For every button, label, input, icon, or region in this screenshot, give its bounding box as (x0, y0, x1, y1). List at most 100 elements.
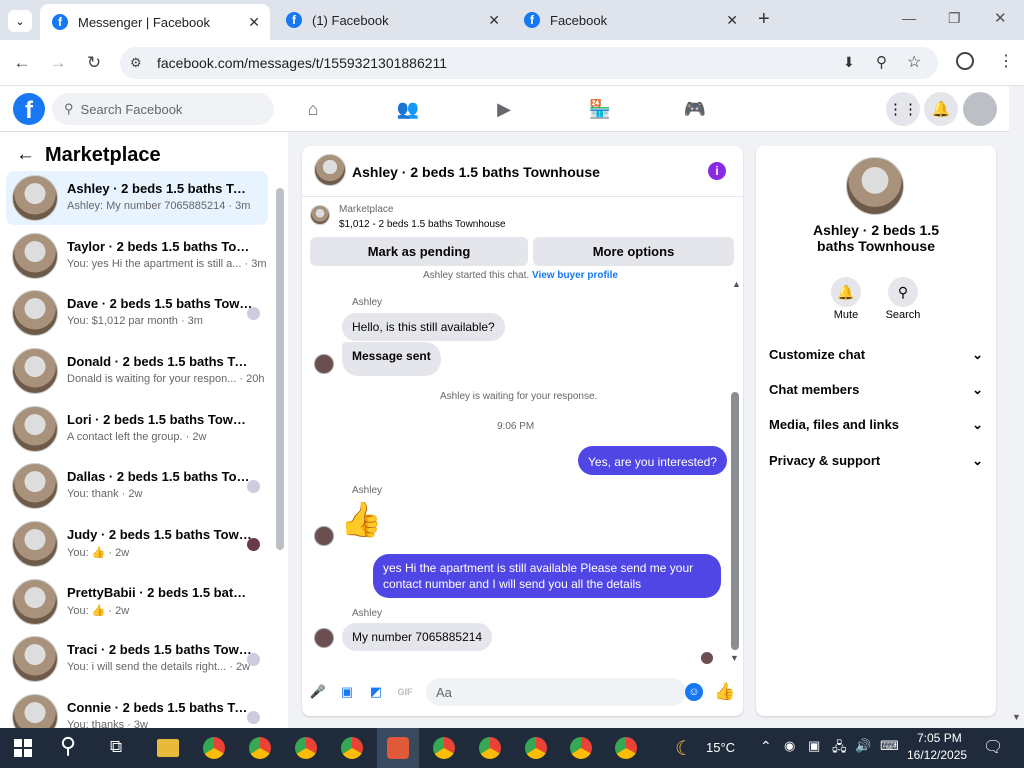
tab-facebook-notifications[interactable]: f (1) Facebook ✕ (274, 0, 510, 40)
new-tab-plus-icon[interactable]: + (758, 8, 770, 31)
outgoing-message[interactable]: Yes, are you interested? (578, 446, 727, 475)
conversation-item[interactable]: Judy · 2 beds 1.5 baths Townh... You: 👍 … (6, 517, 268, 571)
keyboard-icon[interactable]: ⌨ (880, 738, 899, 754)
notifications-icon[interactable]: 🗨 (983, 737, 1003, 757)
conversation-name: Lori · 2 beds 1.5 baths Townhouse (67, 412, 253, 427)
chrome-icon[interactable] (249, 737, 271, 759)
conversation-item[interactable]: Dave · 2 beds 1.5 baths Town... You: $1,… (6, 286, 268, 340)
tab-facebook[interactable]: f Facebook ✕ (512, 0, 748, 40)
task-view-icon[interactable]: ⧉ (110, 737, 122, 757)
bookmark-star-icon[interactable]: ☆ (907, 52, 921, 72)
conversation-item[interactable]: PrettyBabii · 2 beds 1.5 baths To... You… (6, 575, 268, 629)
tab-messenger[interactable]: f Messenger | Facebook ✕ (40, 4, 270, 40)
chrome-icon[interactable] (479, 737, 501, 759)
facebook-logo-icon[interactable]: f (13, 93, 45, 125)
chrome-icon[interactable] (203, 737, 225, 759)
browser-menu-icon[interactable]: ⋮ (998, 51, 1014, 71)
weather-temp[interactable]: 15°C (706, 740, 735, 755)
microphone-icon[interactable]: 🎤 (309, 683, 327, 701)
url-text[interactable]: facebook.com/messages/t/1559321301886211 (157, 55, 447, 71)
scroll-down-arrow-icon[interactable]: ▼ (730, 653, 739, 663)
conversation-item[interactable]: Lori · 2 beds 1.5 baths Townhouse A cont… (6, 402, 268, 456)
tab-search-button[interactable]: ⌄ (8, 10, 32, 32)
photo-icon[interactable]: ▣ (338, 683, 356, 701)
tray-camera-icon[interactable]: ▣ (808, 738, 820, 754)
more-options-button[interactable]: More options (533, 237, 734, 266)
send-like-icon[interactable]: 👍 (714, 682, 735, 701)
chrome-icon[interactable] (615, 737, 637, 759)
chrome-icon[interactable] (341, 737, 363, 759)
conversation-item[interactable]: Ashley · 2 beds 1.5 baths Townh... Ashle… (6, 171, 268, 225)
page-scroll-down-icon[interactable]: ▼ (1012, 712, 1021, 722)
chrome-icon[interactable] (295, 737, 317, 759)
site-settings-icon[interactable]: ⚙ (130, 55, 142, 71)
reload-icon[interactable]: ↻ (81, 50, 107, 76)
customize-chat-section[interactable]: Customize chat ⌄ (769, 347, 983, 363)
details-avatar[interactable] (846, 157, 904, 215)
restore-window-icon[interactable]: ❐ (948, 10, 961, 27)
media-files-links-section[interactable]: Media, files and links ⌄ (769, 417, 983, 433)
menu-grid-icon[interactable]: ⋮⋮ (886, 92, 920, 126)
message-input[interactable]: Aa (426, 678, 686, 706)
close-tab-icon[interactable]: ✕ (248, 14, 260, 31)
install-app-icon[interactable]: ⬇ (843, 54, 855, 71)
listing-price-title[interactable]: $1,012 - 2 beds 1.5 baths Townhouse (339, 219, 506, 230)
chat-title[interactable]: Ashley · 2 beds 1.5 baths Townhouse (352, 164, 600, 180)
conversation-item[interactable]: Traci · 2 beds 1.5 baths Townh... You: i… (6, 632, 268, 686)
conversation-item[interactable]: Donald · 2 beds 1.5 baths Town... Donald… (6, 344, 268, 398)
clock-time[interactable]: 7:05 PM (917, 731, 962, 745)
gif-icon[interactable]: GIF (396, 683, 414, 701)
chat-members-section[interactable]: Chat members ⌄ (769, 382, 983, 398)
conversation-item[interactable]: Dallas · 2 beds 1.5 baths Town... You: t… (6, 459, 268, 513)
gaming-icon[interactable]: 🎮 (682, 98, 708, 120)
chrome-icon[interactable] (433, 737, 455, 759)
home-icon[interactable]: ⌂ (300, 98, 326, 120)
taskbar-search-icon[interactable]: ⚲ (60, 733, 76, 759)
privacy-support-section[interactable]: Privacy & support ⌄ (769, 453, 983, 469)
back-arrow-icon[interactable]: ← (16, 144, 35, 166)
view-buyer-profile-link[interactable]: View buyer profile (532, 270, 618, 280)
scroll-up-arrow-icon[interactable]: ▲ (732, 279, 741, 289)
network-icon[interactable]: 🖧 (832, 738, 847, 760)
incoming-message[interactable]: Hello, is this still available? (342, 313, 505, 341)
info-icon[interactable]: i (708, 162, 726, 180)
back-arrow-icon[interactable]: ← (9, 50, 35, 76)
thumbs-up-sticker-icon[interactable]: 👍 (340, 500, 382, 540)
conversation-list-scrollbar[interactable] (276, 188, 284, 550)
account-avatar[interactable] (963, 92, 997, 126)
chat-avatar[interactable] (314, 154, 346, 186)
video-icon[interactable]: ▶ (491, 98, 517, 120)
incoming-message[interactable]: Message sent (342, 342, 441, 376)
windows-start-icon[interactable] (14, 739, 32, 757)
mark-pending-button[interactable]: Mark as pending (310, 237, 528, 266)
conversation-item[interactable]: Connie · 2 beds 1.5 baths Tow... You: th… (6, 690, 268, 728)
weather-moon-icon[interactable]: ☾ (675, 736, 693, 761)
mute-bell-icon[interactable]: 🔔 (831, 277, 861, 307)
search-icon[interactable]: ⚲ (888, 277, 918, 307)
notifications-bell-icon[interactable]: 🔔 (924, 92, 958, 126)
tray-chevron-up-icon[interactable]: ⌃ (760, 738, 772, 755)
file-explorer-icon[interactable] (157, 739, 179, 757)
profile-icon[interactable] (956, 52, 974, 70)
conversation-item[interactable]: Taylor · 2 beds 1.5 baths Townh... You: … (6, 229, 268, 283)
emoji-icon[interactable]: ☺ (685, 683, 703, 701)
chat-scrollbar[interactable] (731, 392, 739, 650)
clock-date[interactable]: 16/12/2025 (907, 748, 967, 762)
minimize-window-icon[interactable]: — (902, 10, 916, 26)
chrome-icon[interactable] (525, 737, 547, 759)
app-icon[interactable] (387, 737, 409, 759)
friends-icon[interactable]: 👥 (395, 98, 421, 120)
outgoing-message[interactable]: yes Hi the apartment is still available … (373, 554, 721, 598)
zoom-icon[interactable]: ⚲ (876, 53, 887, 71)
marketplace-icon[interactable]: 🏪 (587, 98, 613, 120)
close-tab-icon[interactable]: ✕ (488, 12, 500, 29)
search-input[interactable]: ⚲ Search Facebook (52, 93, 274, 125)
incoming-message[interactable]: My number 7065885214 (342, 623, 493, 651)
forward-arrow-icon[interactable]: → (45, 50, 71, 76)
close-tab-icon[interactable]: ✕ (726, 12, 738, 29)
sticker-icon[interactable]: ◩ (367, 683, 385, 701)
close-window-icon[interactable]: ✕ (994, 9, 1007, 27)
tray-app-icon[interactable]: ◉ (784, 738, 795, 754)
chrome-icon[interactable] (570, 737, 592, 759)
volume-icon[interactable]: 🔊 (855, 738, 871, 754)
